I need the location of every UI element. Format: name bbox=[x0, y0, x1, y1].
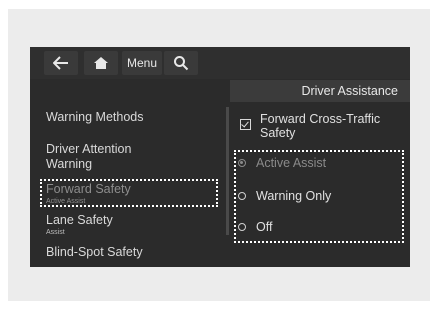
radio-label: Active Assist bbox=[256, 156, 327, 170]
radio-selected-icon[interactable] bbox=[238, 159, 246, 167]
menu-item-blind-spot-safety[interactable]: Blind-Spot Safety bbox=[46, 245, 143, 260]
checkbox-icon[interactable] bbox=[240, 119, 251, 130]
back-arrow-icon bbox=[53, 56, 68, 70]
section-title: Driver Assistance bbox=[230, 80, 410, 102]
radio-active-assist[interactable]: Active Assist bbox=[238, 153, 326, 173]
top-bar: Menu bbox=[30, 47, 410, 79]
search-button[interactable] bbox=[164, 51, 198, 75]
back-button[interactable] bbox=[44, 51, 78, 75]
home-icon bbox=[94, 57, 108, 69]
section-title-text: Driver Assistance bbox=[301, 84, 398, 98]
radio-label: Off bbox=[256, 220, 273, 234]
radio-label: Warning Only bbox=[256, 189, 332, 203]
infotainment-screen: Menu Driver Assistance Warning Methods D… bbox=[30, 47, 410, 267]
menu-item-lane-safety[interactable]: Lane Safety Assist bbox=[46, 213, 113, 237]
menu-item-warning-methods[interactable]: Warning Methods bbox=[46, 110, 144, 125]
menu-item-label: Driver Attention Warning bbox=[46, 142, 132, 171]
search-icon bbox=[174, 56, 189, 71]
menu-item-label: Lane Safety bbox=[46, 213, 113, 227]
menu-button[interactable]: Menu bbox=[122, 51, 162, 75]
menu-item-label: Warning Methods bbox=[46, 110, 144, 124]
checkbox-forward-cross-traffic-safety[interactable]: Forward Cross-Traffic Safety bbox=[240, 112, 400, 140]
radio-off[interactable]: Off bbox=[238, 217, 272, 237]
radio-icon[interactable] bbox=[238, 223, 246, 231]
menu-item-label: Blind-Spot Safety bbox=[46, 245, 143, 259]
home-button[interactable] bbox=[84, 51, 118, 75]
menu-item-sublabel: Assist bbox=[46, 229, 65, 236]
menu-button-label: Menu bbox=[126, 56, 158, 70]
radio-icon[interactable] bbox=[238, 192, 246, 200]
scrollbar[interactable] bbox=[226, 107, 229, 235]
menu-item-driver-attention-warning[interactable]: Driver Attention Warning bbox=[46, 142, 166, 172]
selected-item-highlight bbox=[40, 179, 218, 207]
radio-warning-only[interactable]: Warning Only bbox=[238, 186, 331, 206]
checkbox-label: Forward Cross-Traffic Safety bbox=[260, 112, 381, 140]
